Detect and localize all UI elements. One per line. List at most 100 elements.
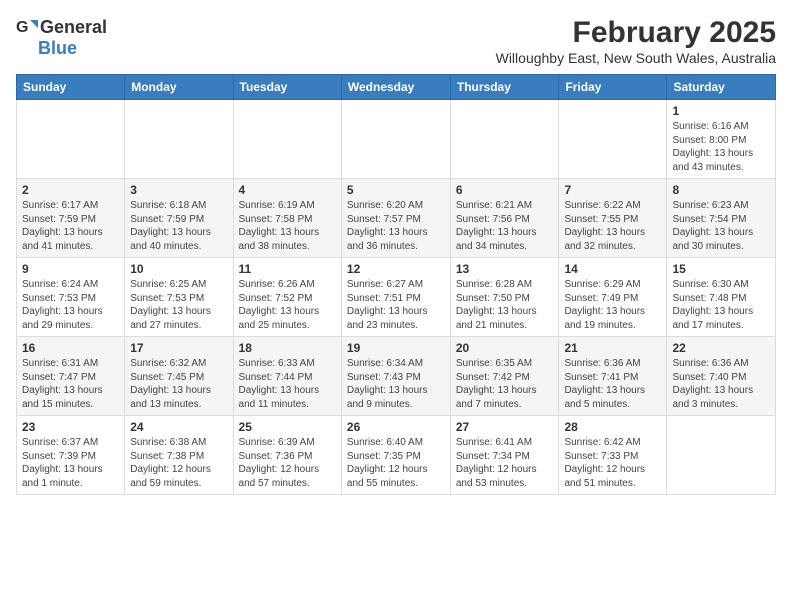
calendar-day-header: Wednesday <box>341 75 450 100</box>
calendar-cell: 10 Sunrise: 6:25 AM Sunset: 7:53 PM Dayli… <box>125 258 233 337</box>
day-number: 26 <box>347 420 445 434</box>
day-number: 21 <box>564 341 661 355</box>
day-info: Sunrise: 6:18 AM Sunset: 7:59 PM Dayligh… <box>130 199 227 253</box>
day-number: 25 <box>239 420 336 434</box>
day-number: 8 <box>672 183 770 197</box>
day-info: Sunrise: 6:31 AM Sunset: 7:47 PM Dayligh… <box>22 357 119 411</box>
day-number: 11 <box>239 262 336 276</box>
day-number: 20 <box>456 341 554 355</box>
calendar-cell: 12 Sunrise: 6:27 AM Sunset: 7:51 PM Dayli… <box>341 258 450 337</box>
day-info: Sunrise: 6:16 AM Sunset: 8:00 PM Dayligh… <box>672 120 770 174</box>
calendar-cell: 11 Sunrise: 6:26 AM Sunset: 7:52 PM Dayli… <box>233 258 341 337</box>
calendar-header-row: SundayMondayTuesdayWednesdayThursdayFrid… <box>17 75 776 100</box>
logo: G General Blue <box>16 16 107 59</box>
calendar-cell <box>17 100 125 179</box>
day-number: 18 <box>239 341 336 355</box>
calendar-cell: 19 Sunrise: 6:34 AM Sunset: 7:43 PM Dayli… <box>341 337 450 416</box>
calendar-cell: 15Sunrise: 6:30 AM Sunset: 7:48 PM Dayli… <box>667 258 776 337</box>
day-info: Sunrise: 6:42 AM Sunset: 7:33 PM Dayligh… <box>564 436 661 490</box>
day-info: Sunrise: 6:24 AM Sunset: 7:53 PM Dayligh… <box>22 278 119 332</box>
calendar-cell: 25 Sunrise: 6:39 AM Sunset: 7:36 PM Dayli… <box>233 416 341 495</box>
calendar-cell: 21 Sunrise: 6:36 AM Sunset: 7:41 PM Dayli… <box>559 337 667 416</box>
calendar-cell: 2 Sunrise: 6:17 AM Sunset: 7:59 PM Daylig… <box>17 179 125 258</box>
day-info: Sunrise: 6:22 AM Sunset: 7:55 PM Dayligh… <box>564 199 661 253</box>
logo-general: General <box>40 17 107 38</box>
day-info: Sunrise: 6:36 AM Sunset: 7:40 PM Dayligh… <box>672 357 770 411</box>
day-number: 9 <box>22 262 119 276</box>
day-number: 12 <box>347 262 445 276</box>
calendar-cell: 18 Sunrise: 6:33 AM Sunset: 7:44 PM Dayli… <box>233 337 341 416</box>
day-number: 2 <box>22 183 119 197</box>
calendar-cell: 6Sunrise: 6:21 AM Sunset: 7:56 PM Daylig… <box>450 179 559 258</box>
calendar-cell: 24 Sunrise: 6:38 AM Sunset: 7:38 PM Dayli… <box>125 416 233 495</box>
calendar-cell: 26Sunrise: 6:40 AM Sunset: 7:35 PM Dayli… <box>341 416 450 495</box>
calendar-day-header: Friday <box>559 75 667 100</box>
day-number: 28 <box>564 420 661 434</box>
day-info: Sunrise: 6:25 AM Sunset: 7:53 PM Dayligh… <box>130 278 227 332</box>
main-title: February 2025 <box>496 16 776 50</box>
calendar-day-header: Sunday <box>17 75 125 100</box>
day-info: Sunrise: 6:34 AM Sunset: 7:43 PM Dayligh… <box>347 357 445 411</box>
subtitle: Willoughby East, New South Wales, Austra… <box>496 50 776 66</box>
day-info: Sunrise: 6:38 AM Sunset: 7:38 PM Dayligh… <box>130 436 227 490</box>
calendar-week-row: 16Sunrise: 6:31 AM Sunset: 7:47 PM Dayli… <box>17 337 776 416</box>
calendar-cell: 3 Sunrise: 6:18 AM Sunset: 7:59 PM Daylig… <box>125 179 233 258</box>
day-number: 19 <box>347 341 445 355</box>
day-info: Sunrise: 6:37 AM Sunset: 7:39 PM Dayligh… <box>22 436 119 490</box>
calendar-cell: 16Sunrise: 6:31 AM Sunset: 7:47 PM Dayli… <box>17 337 125 416</box>
day-number: 14 <box>564 262 661 276</box>
calendar-day-header: Saturday <box>667 75 776 100</box>
day-info: Sunrise: 6:27 AM Sunset: 7:51 PM Dayligh… <box>347 278 445 332</box>
calendar-week-row: 2 Sunrise: 6:17 AM Sunset: 7:59 PM Daylig… <box>17 179 776 258</box>
day-info: Sunrise: 6:36 AM Sunset: 7:41 PM Dayligh… <box>564 357 661 411</box>
day-number: 1 <box>672 104 770 118</box>
logo-blue: Blue <box>38 38 77 59</box>
calendar-day-header: Tuesday <box>233 75 341 100</box>
title-area: February 2025 Willoughby East, New South… <box>496 16 776 66</box>
calendar-cell <box>125 100 233 179</box>
day-number: 10 <box>130 262 227 276</box>
day-number: 22 <box>672 341 770 355</box>
calendar-cell: 22 Sunrise: 6:36 AM Sunset: 7:40 PM Dayli… <box>667 337 776 416</box>
calendar-cell: 17 Sunrise: 6:32 AM Sunset: 7:45 PM Dayli… <box>125 337 233 416</box>
day-info: Sunrise: 6:20 AM Sunset: 7:57 PM Dayligh… <box>347 199 445 253</box>
calendar-week-row: 9 Sunrise: 6:24 AM Sunset: 7:53 PM Daylig… <box>17 258 776 337</box>
day-info: Sunrise: 6:26 AM Sunset: 7:52 PM Dayligh… <box>239 278 336 332</box>
calendar-cell: 23Sunrise: 6:37 AM Sunset: 7:39 PM Dayli… <box>17 416 125 495</box>
day-info: Sunrise: 6:28 AM Sunset: 7:50 PM Dayligh… <box>456 278 554 332</box>
calendar-week-row: 23Sunrise: 6:37 AM Sunset: 7:39 PM Dayli… <box>17 416 776 495</box>
day-info: Sunrise: 6:29 AM Sunset: 7:49 PM Dayligh… <box>564 278 661 332</box>
logo-text: G General <box>16 16 107 38</box>
day-info: Sunrise: 6:32 AM Sunset: 7:45 PM Dayligh… <box>130 357 227 411</box>
calendar-cell: 27Sunrise: 6:41 AM Sunset: 7:34 PM Dayli… <box>450 416 559 495</box>
day-number: 13 <box>456 262 554 276</box>
calendar-cell: 7 Sunrise: 6:22 AM Sunset: 7:55 PM Daylig… <box>559 179 667 258</box>
svg-text:G: G <box>16 19 28 36</box>
day-number: 6 <box>456 183 554 197</box>
day-info: Sunrise: 6:17 AM Sunset: 7:59 PM Dayligh… <box>22 199 119 253</box>
calendar-day-header: Thursday <box>450 75 559 100</box>
day-info: Sunrise: 6:35 AM Sunset: 7:42 PM Dayligh… <box>456 357 554 411</box>
calendar-cell: 8Sunrise: 6:23 AM Sunset: 7:54 PM Daylig… <box>667 179 776 258</box>
day-number: 24 <box>130 420 227 434</box>
calendar-cell: 28 Sunrise: 6:42 AM Sunset: 7:33 PM Dayli… <box>559 416 667 495</box>
calendar-cell: 14 Sunrise: 6:29 AM Sunset: 7:49 PM Dayli… <box>559 258 667 337</box>
day-number: 7 <box>564 183 661 197</box>
day-number: 3 <box>130 183 227 197</box>
day-number: 27 <box>456 420 554 434</box>
calendar-cell: 13 Sunrise: 6:28 AM Sunset: 7:50 PM Dayli… <box>450 258 559 337</box>
calendar-cell: 9 Sunrise: 6:24 AM Sunset: 7:53 PM Daylig… <box>17 258 125 337</box>
calendar-week-row: 1 Sunrise: 6:16 AM Sunset: 8:00 PM Daylig… <box>17 100 776 179</box>
day-info: Sunrise: 6:39 AM Sunset: 7:36 PM Dayligh… <box>239 436 336 490</box>
calendar-cell <box>667 416 776 495</box>
day-number: 5 <box>347 183 445 197</box>
day-info: Sunrise: 6:19 AM Sunset: 7:58 PM Dayligh… <box>239 199 336 253</box>
calendar-cell <box>233 100 341 179</box>
calendar-day-header: Monday <box>125 75 233 100</box>
day-number: 17 <box>130 341 227 355</box>
calendar-table: SundayMondayTuesdayWednesdayThursdayFrid… <box>16 74 776 495</box>
calendar-cell: 4 Sunrise: 6:19 AM Sunset: 7:58 PM Daylig… <box>233 179 341 258</box>
calendar-cell <box>341 100 450 179</box>
day-info: Sunrise: 6:33 AM Sunset: 7:44 PM Dayligh… <box>239 357 336 411</box>
day-number: 4 <box>239 183 336 197</box>
